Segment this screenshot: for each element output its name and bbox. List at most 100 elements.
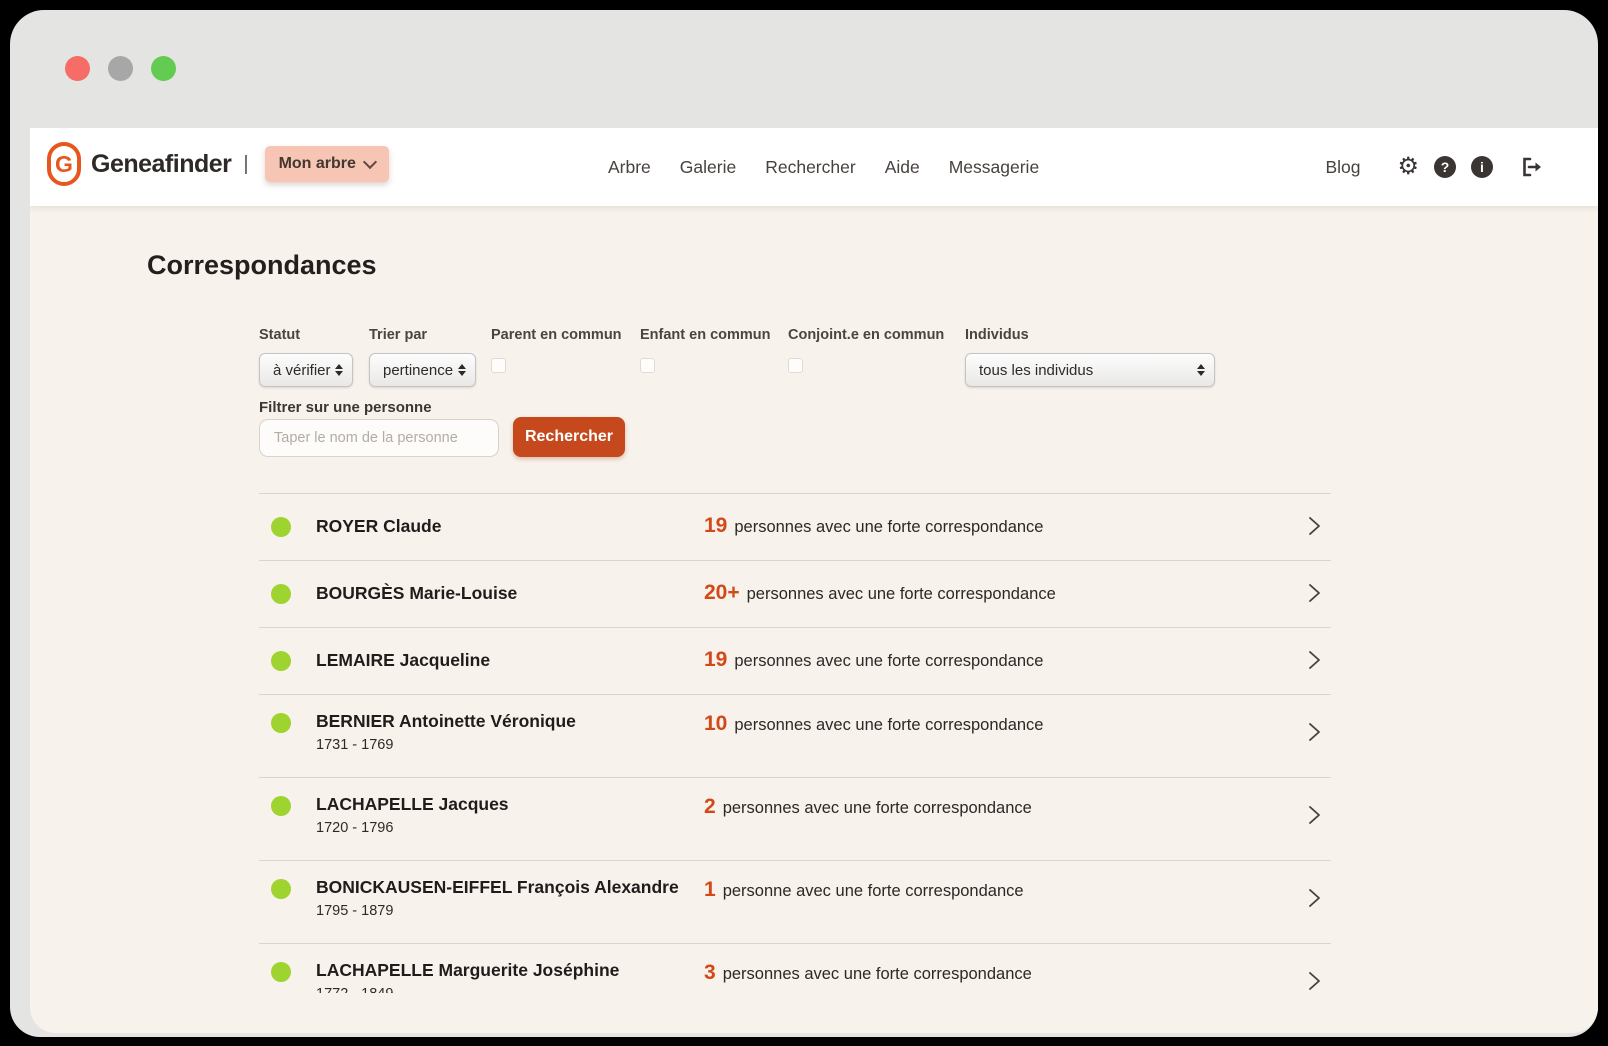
correspondence-row[interactable]: ROYER Claude 19 personnes avec une forte… bbox=[259, 493, 1331, 560]
person-name: BOURGÈS Marie-Louise bbox=[316, 583, 517, 604]
enfant-en-commun-checkbox[interactable] bbox=[640, 358, 655, 373]
chevron-right-icon[interactable] bbox=[1305, 721, 1323, 748]
person-info: BOURGÈS Marie-Louise bbox=[316, 583, 517, 604]
select-arrows-icon bbox=[458, 364, 466, 376]
match-text: personnes avec une forte correspondance bbox=[734, 518, 1043, 537]
person-name: LACHAPELLE Marguerite Joséphine bbox=[316, 960, 619, 981]
individus-label: Individus bbox=[965, 327, 1029, 343]
match-text: personnes avec une forte correspondance bbox=[747, 585, 1056, 604]
status-dot-icon bbox=[271, 962, 291, 982]
correspondence-row[interactable]: BERNIER Antoinette Véronique 1731 - 1769… bbox=[259, 694, 1331, 777]
settings-gear-icon[interactable]: ⚙︎ bbox=[1397, 155, 1419, 179]
tree-selector-label: Mon arbre bbox=[279, 155, 356, 173]
match-summary: 3 personnes avec une forte correspondanc… bbox=[704, 961, 1032, 985]
match-count: 3 bbox=[704, 961, 716, 985]
status-dot-icon bbox=[271, 879, 291, 899]
site-header: G Geneafinder | Mon arbre Arbre Galerie … bbox=[30, 128, 1598, 206]
results-list: ROYER Claude 19 personnes avec une forte… bbox=[259, 493, 1331, 1026]
match-count: 19 bbox=[704, 648, 727, 672]
correspondence-row[interactable]: BOURGÈS Marie-Louise 20+ personnes avec … bbox=[259, 560, 1331, 627]
person-filter-label: Filtrer sur une personne bbox=[259, 399, 432, 416]
brand: G Geneafinder | Mon arbre bbox=[47, 142, 389, 186]
bottom-mask bbox=[30, 993, 1598, 1033]
info-icon[interactable]: i bbox=[1471, 156, 1493, 178]
conjoint-en-commun-label: Conjoint.e en commun bbox=[788, 327, 944, 343]
chevron-right-icon[interactable] bbox=[1305, 582, 1323, 609]
statut-select[interactable]: à vérifier bbox=[259, 353, 353, 387]
browser-viewport: G Geneafinder | Mon arbre Arbre Galerie … bbox=[30, 128, 1598, 1033]
person-name: ROYER Claude bbox=[316, 516, 441, 537]
nav-aide[interactable]: Aide bbox=[885, 157, 920, 178]
nav-messagerie[interactable]: Messagerie bbox=[949, 157, 1039, 178]
correspondence-row[interactable]: LACHAPELLE Jacques 1720 - 1796 2 personn… bbox=[259, 777, 1331, 860]
status-dot-icon bbox=[271, 584, 291, 604]
match-summary: 10 personnes avec une forte correspondan… bbox=[704, 712, 1043, 736]
enfant-en-commun-label: Enfant en commun bbox=[640, 327, 771, 343]
correspondence-row[interactable]: LEMAIRE Jacqueline 19 personnes avec une… bbox=[259, 627, 1331, 694]
zoom-button[interactable] bbox=[151, 56, 176, 81]
status-dot-icon bbox=[271, 713, 291, 733]
match-text: personnes avec une forte correspondance bbox=[734, 716, 1043, 735]
status-dot-icon bbox=[271, 796, 291, 816]
individus-select[interactable]: tous les individus bbox=[965, 353, 1215, 387]
match-count: 2 bbox=[704, 795, 716, 819]
person-info: ROYER Claude bbox=[316, 516, 441, 537]
statut-label: Statut bbox=[259, 327, 300, 343]
person-info: LACHAPELLE Jacques 1720 - 1796 bbox=[316, 794, 509, 836]
person-name: LEMAIRE Jacqueline bbox=[316, 650, 490, 671]
chevron-right-icon[interactable] bbox=[1305, 649, 1323, 676]
match-summary: 20+ personnes avec une forte corresponda… bbox=[704, 581, 1056, 605]
trier-par-select-value: pertinence bbox=[383, 362, 453, 379]
status-dot-icon bbox=[271, 517, 291, 537]
close-button[interactable] bbox=[65, 56, 90, 81]
individus-select-value: tous les individus bbox=[979, 362, 1093, 379]
match-summary: 1 personne avec une forte correspondance bbox=[704, 878, 1024, 902]
person-name: BERNIER Antoinette Véronique bbox=[316, 711, 576, 732]
header-actions: Blog ⚙︎ ? i bbox=[1325, 128, 1544, 206]
match-summary: 2 personnes avec une forte correspondanc… bbox=[704, 795, 1032, 819]
parent-en-commun-checkbox[interactable] bbox=[491, 358, 506, 373]
main-nav: Arbre Galerie Rechercher Aide Messagerie bbox=[608, 128, 1039, 206]
select-arrows-icon bbox=[1197, 364, 1205, 376]
chevron-right-icon[interactable] bbox=[1305, 804, 1323, 831]
chevron-right-icon[interactable] bbox=[1305, 515, 1323, 542]
statut-select-value: à vérifier bbox=[273, 362, 331, 379]
help-icon[interactable]: ? bbox=[1434, 156, 1456, 178]
person-info: LEMAIRE Jacqueline bbox=[316, 650, 490, 671]
match-text: personnes avec une forte correspondance bbox=[723, 965, 1032, 984]
nav-arbre[interactable]: Arbre bbox=[608, 157, 651, 178]
trier-par-select[interactable]: pertinence bbox=[369, 353, 476, 387]
nav-blog[interactable]: Blog bbox=[1325, 157, 1360, 178]
person-dates: 1720 - 1796 bbox=[316, 820, 509, 836]
tree-selector[interactable]: Mon arbre bbox=[265, 146, 389, 182]
match-text: personnes avec une forte correspondance bbox=[734, 652, 1043, 671]
parent-en-commun-label: Parent en commun bbox=[491, 327, 622, 343]
window-frame: G Geneafinder | Mon arbre Arbre Galerie … bbox=[10, 10, 1598, 1037]
person-info: BONICKAUSEN-EIFFEL François Alexandre 17… bbox=[316, 877, 679, 919]
geneafinder-logo-icon[interactable]: G bbox=[47, 142, 81, 186]
match-summary: 19 personnes avec une forte correspondan… bbox=[704, 514, 1043, 538]
person-dates: 1795 - 1879 bbox=[316, 903, 679, 919]
person-info: BERNIER Antoinette Véronique 1731 - 1769 bbox=[316, 711, 576, 753]
person-dates: 1731 - 1769 bbox=[316, 737, 576, 753]
match-summary: 19 personnes avec une forte correspondan… bbox=[704, 648, 1043, 672]
nav-galerie[interactable]: Galerie bbox=[680, 157, 736, 178]
logout-icon[interactable] bbox=[1520, 156, 1544, 178]
nav-rechercher[interactable]: Rechercher bbox=[765, 157, 855, 178]
person-name: LACHAPELLE Jacques bbox=[316, 794, 509, 815]
minimize-button[interactable] bbox=[108, 56, 133, 81]
match-count: 10 bbox=[704, 712, 727, 736]
conjoint-en-commun-checkbox[interactable] bbox=[788, 358, 803, 373]
brand-name[interactable]: Geneafinder bbox=[91, 150, 231, 179]
match-count: 20+ bbox=[704, 581, 740, 605]
brand-separator: | bbox=[243, 153, 248, 176]
chevron-right-icon[interactable] bbox=[1305, 887, 1323, 914]
trier-par-label: Trier par bbox=[369, 327, 427, 343]
status-dot-icon bbox=[271, 651, 291, 671]
select-arrows-icon bbox=[335, 364, 343, 376]
traffic-lights bbox=[65, 56, 176, 81]
page-title: Correspondances bbox=[147, 250, 377, 281]
search-button[interactable]: Rechercher bbox=[513, 417, 625, 457]
person-filter-input[interactable] bbox=[259, 419, 499, 457]
correspondence-row[interactable]: BONICKAUSEN-EIFFEL François Alexandre 17… bbox=[259, 860, 1331, 943]
